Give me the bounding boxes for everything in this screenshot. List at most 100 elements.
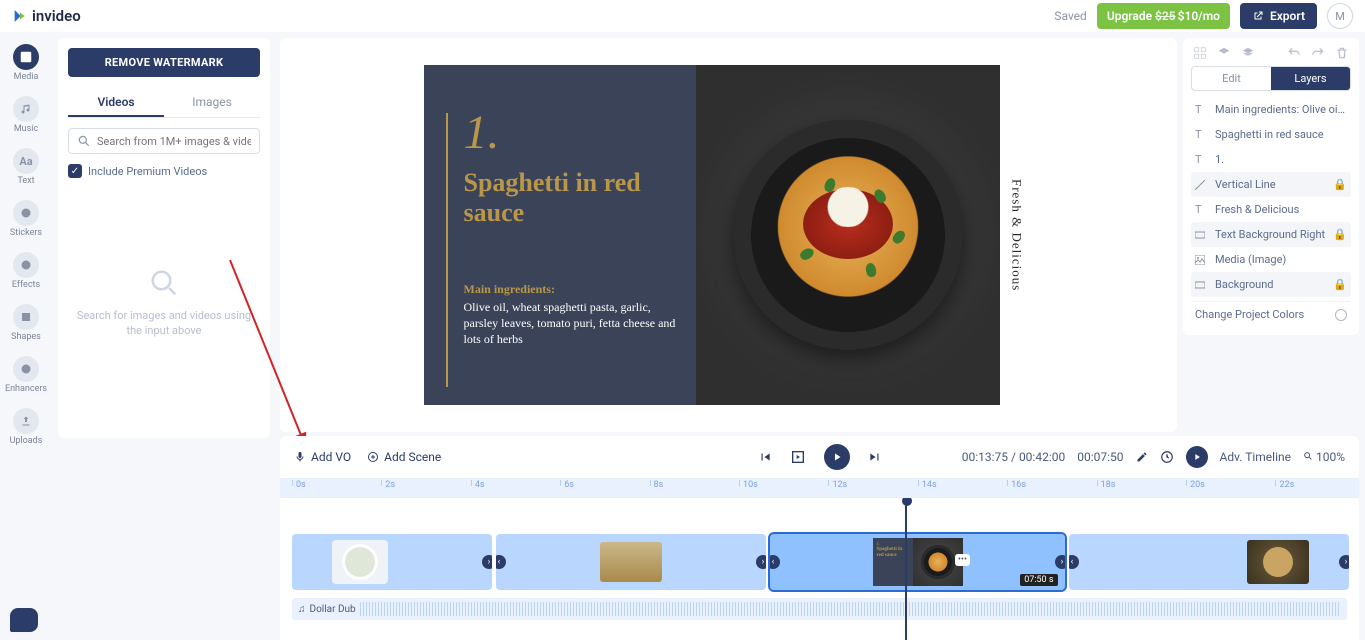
rail-item-shapes[interactable]: Shapes: [11, 304, 41, 342]
media-icon: [19, 50, 33, 64]
search-field-wrapper[interactable]: [68, 128, 260, 154]
canvas[interactable]: 1. Spaghetti in red sauce Main ingredien…: [280, 38, 1177, 432]
premium-checkbox[interactable]: ✓: [68, 164, 82, 178]
redo-icon[interactable]: [1311, 46, 1325, 60]
rail-label-text: Text: [17, 176, 34, 186]
ruler-tick: 20s: [1186, 480, 1205, 486]
layer-label: Spaghetti in red sauce: [1215, 128, 1347, 141]
layer-label: Vertical Line: [1215, 178, 1325, 191]
rail-item-effects[interactable]: Effects: [12, 252, 40, 290]
project-colors-button[interactable]: Change Project Colors: [1191, 301, 1351, 327]
clip-handle-icon[interactable]: ›: [1339, 555, 1349, 569]
layer-row[interactable]: Background🔒: [1191, 272, 1351, 297]
timeline-clip[interactable]: ‹ ›: [1069, 534, 1349, 590]
layers-panel: Edit Layers T Main ingredients: Olive oil…: [1183, 38, 1359, 335]
upgrade-button[interactable]: Upgrade $25$10/mo: [1097, 3, 1230, 29]
rail-label-effects: Effects: [12, 280, 40, 290]
rail-label-uploads: Uploads: [10, 436, 43, 446]
layer-row[interactable]: Vertical Line🔒: [1191, 172, 1351, 197]
rail-item-stickers[interactable]: Stickers: [10, 200, 42, 238]
slide-preview[interactable]: 1. Spaghetti in red sauce Main ingredien…: [424, 65, 1034, 405]
audio-track[interactable]: ♫ Dollar Dub: [292, 598, 1347, 620]
project-colors-label: Change Project Colors: [1195, 308, 1304, 321]
enhancers-icon: [20, 363, 32, 375]
color-circle-icon: [1335, 309, 1347, 321]
layer-row[interactable]: T Main ingredients: Olive oil, ...: [1191, 97, 1351, 122]
clip-handle-icon[interactable]: ›: [482, 555, 492, 569]
export-button[interactable]: Export: [1240, 3, 1317, 29]
app-name: invideo: [32, 7, 81, 25]
rail-item-media[interactable]: Media: [13, 44, 39, 82]
tab-images[interactable]: Images: [164, 89, 260, 117]
ingredients-text[interactable]: Olive oil, wheat spaghetti pasta, garlic…: [464, 299, 676, 348]
clip-handle-icon[interactable]: ›: [756, 555, 766, 569]
trash-icon[interactable]: [1335, 46, 1349, 60]
layers-stack-icon[interactable]: [1241, 46, 1255, 60]
audio-note-icon: ♫: [298, 604, 306, 615]
play-all-button[interactable]: [1186, 446, 1208, 468]
rp-tab-edit[interactable]: Edit: [1192, 67, 1271, 90]
remove-watermark-button[interactable]: REMOVE WATERMARK: [68, 48, 260, 77]
search-input[interactable]: [97, 135, 251, 148]
layer-label: Fresh & Delicious: [1215, 203, 1347, 216]
lock-icon: 🔒: [1333, 228, 1347, 241]
layer-label: 1.: [1215, 153, 1347, 166]
adv-timeline-toggle[interactable]: Adv. Timeline: [1220, 450, 1291, 464]
layer-up-icon[interactable]: [1217, 46, 1231, 60]
timeline-clip[interactable]: ›: [292, 534, 492, 590]
ruler-tick: 8s: [650, 480, 664, 486]
layer-row[interactable]: Media (Image): [1191, 247, 1351, 272]
upgrade-price: $10/mo: [1178, 9, 1220, 23]
layer-row[interactable]: Text Background Right🔒: [1191, 222, 1351, 247]
rail-item-enhancers[interactable]: Enhancers: [5, 356, 47, 394]
timeline-clip-selected[interactable]: 1.Spaghetti inred sauce ‹ › 07:50 s •••: [770, 534, 1065, 590]
undo-icon[interactable]: [1287, 46, 1301, 60]
clip-ellipsis-icon[interactable]: •••: [955, 554, 970, 566]
timeline-body[interactable]: › ‹ › 1.Spaghetti inred sauce ‹ › 07:50 …: [280, 498, 1359, 640]
layer-row[interactable]: TFresh & Delicious: [1191, 197, 1351, 222]
rail-item-text[interactable]: AaText: [13, 148, 39, 186]
user-avatar[interactable]: M: [1327, 3, 1353, 29]
add-scene-button[interactable]: Add Scene: [367, 450, 441, 464]
layer-label: Main ingredients: Olive oil, ...: [1215, 103, 1347, 116]
slide-title[interactable]: Spaghetti in red sauce: [464, 168, 676, 228]
skip-next-icon[interactable]: [868, 450, 882, 464]
play-button[interactable]: [824, 444, 850, 470]
slide-media[interactable]: [696, 65, 1000, 405]
upgrade-prefix: Upgrade: [1107, 9, 1155, 23]
ruler-tick: 2s: [381, 480, 395, 486]
frame-icon[interactable]: [790, 449, 806, 465]
search-icon: [77, 134, 91, 148]
mic-icon: [294, 451, 306, 463]
rp-tab-layers[interactable]: Layers: [1271, 67, 1350, 90]
skip-prev-icon[interactable]: [758, 450, 772, 464]
export-icon: [1252, 10, 1264, 22]
rail-item-uploads[interactable]: Uploads: [10, 408, 43, 446]
app-logo[interactable]: invideo: [12, 7, 81, 25]
pencil-icon[interactable]: [1136, 451, 1148, 463]
layer-row[interactable]: TSpaghetti in red sauce: [1191, 122, 1351, 147]
text-layer-icon: T: [1195, 103, 1207, 116]
slide-right-bar[interactable]: Fresh & Delicious: [1000, 65, 1034, 405]
tab-videos[interactable]: Videos: [68, 89, 164, 117]
ingredients-label[interactable]: Main ingredients:: [464, 282, 676, 297]
add-scene-label: Add Scene: [384, 450, 441, 464]
effects-icon: [20, 259, 32, 271]
layer-row[interactable]: T1.: [1191, 147, 1351, 172]
zoom-display[interactable]: 100%: [1303, 450, 1345, 464]
grid-icon[interactable]: [1193, 46, 1207, 60]
slide-number[interactable]: 1.: [464, 105, 676, 160]
history-icon[interactable]: [1160, 450, 1174, 464]
timeline-ruler[interactable]: 0s2s4s6s8s10s12s14s16s18s20s22s: [280, 478, 1359, 498]
clip-handle-icon[interactable]: ›: [1055, 555, 1065, 569]
line-layer-icon: [1195, 180, 1207, 190]
rect-layer-icon: [1195, 230, 1207, 240]
rail-label-enhancers: Enhancers: [5, 384, 47, 394]
premium-label: Include Premium Videos: [88, 165, 207, 178]
rail-item-music[interactable]: Music: [13, 96, 39, 134]
playhead[interactable]: [905, 498, 907, 640]
rail-label-stickers: Stickers: [10, 228, 42, 238]
add-vo-button[interactable]: Add VO: [294, 450, 351, 464]
timeline-clip[interactable]: ‹ ›: [496, 534, 766, 590]
chat-bubble-button[interactable]: [10, 608, 38, 632]
